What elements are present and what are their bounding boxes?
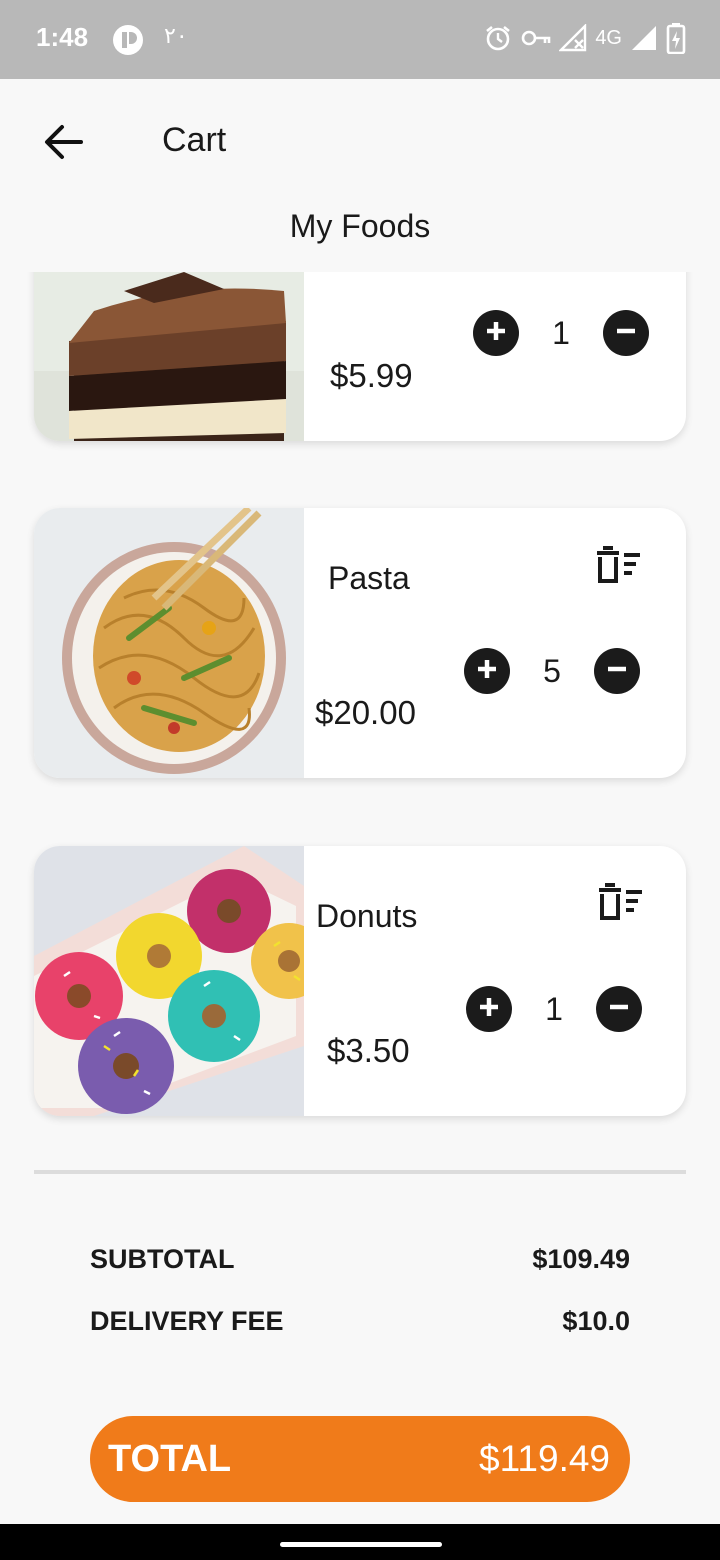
cart-item-card: Pasta 5 $20.00 xyxy=(34,508,686,778)
item-name: Pasta xyxy=(328,560,410,596)
quantity-stepper: 1 xyxy=(466,986,642,1032)
delivery-fee-row: DELIVERY FEE $10.0 xyxy=(90,1306,630,1337)
delete-sweep-icon xyxy=(596,883,644,926)
network-type: 4G xyxy=(595,26,622,49)
status-bar: 1:48 ٢٠ 4G xyxy=(0,0,720,79)
item-price: $3.50 xyxy=(327,1032,410,1069)
page-title: Cart xyxy=(162,121,227,159)
subtotal-row: SUBTOTAL $109.49 xyxy=(90,1244,630,1275)
item-price: $20.00 xyxy=(315,694,416,731)
back-button[interactable] xyxy=(36,121,90,167)
alarm-icon xyxy=(483,23,513,53)
delivery-fee-label: DELIVERY FEE xyxy=(90,1306,284,1336)
minus-icon xyxy=(614,319,638,347)
quantity-value: 1 xyxy=(545,990,563,1027)
pasta-noodles-image xyxy=(34,508,304,778)
chocolate-cake-image xyxy=(34,272,304,441)
delivery-fee-value: $10.0 xyxy=(562,1306,630,1336)
quantity-value: 5 xyxy=(543,652,561,689)
minus-icon xyxy=(605,657,629,685)
cart-item-card: 1 $5.99 xyxy=(34,272,686,441)
minus-icon xyxy=(607,995,631,1023)
home-gesture-handle[interactable] xyxy=(280,1542,442,1547)
plus-icon xyxy=(484,319,508,347)
delete-item-button[interactable] xyxy=(594,545,642,587)
subtotal-label: SUBTOTAL xyxy=(90,1244,235,1274)
delete-item-button[interactable] xyxy=(596,882,644,924)
item-price: $5.99 xyxy=(330,357,413,394)
plus-icon xyxy=(477,995,501,1023)
subtotal-value: $109.49 xyxy=(532,1244,630,1274)
quantity-stepper: 1 xyxy=(473,310,649,356)
app-icon xyxy=(112,24,144,56)
divider xyxy=(34,1170,686,1174)
decrease-quantity-button[interactable] xyxy=(603,310,649,356)
increase-quantity-button[interactable] xyxy=(473,310,519,356)
arrow-left-icon xyxy=(43,124,83,164)
cart-list[interactable]: 1 $5.99 Pasta 5 $20.00 Donuts 1 $3.50 xyxy=(0,272,720,1152)
cart-item-card: Donuts 1 $3.50 xyxy=(34,846,686,1116)
decrease-quantity-button[interactable] xyxy=(594,648,640,694)
increase-quantity-button[interactable] xyxy=(466,986,512,1032)
battery-charging-icon xyxy=(666,22,686,54)
total-label: TOTAL xyxy=(108,1437,232,1480)
increase-quantity-button[interactable] xyxy=(464,648,510,694)
plus-icon xyxy=(475,657,499,685)
section-title: My Foods xyxy=(289,208,431,244)
app-bar: Cart xyxy=(0,79,720,207)
donuts-box-image xyxy=(34,846,327,1116)
quantity-stepper: 5 xyxy=(464,648,640,694)
item-name: Donuts xyxy=(316,898,418,934)
signal-icon xyxy=(630,24,658,52)
signal-off-icon xyxy=(559,24,587,52)
decrease-quantity-button[interactable] xyxy=(596,986,642,1032)
delete-sweep-icon xyxy=(594,546,642,589)
status-icons: 4G xyxy=(483,22,686,54)
total-value: $119.49 xyxy=(479,1438,610,1479)
status-time: 1:48 xyxy=(36,22,89,52)
quantity-value: 1 xyxy=(552,314,570,351)
vpn-key-icon xyxy=(521,27,551,49)
total-button[interactable]: TOTAL $119.49 xyxy=(90,1416,630,1502)
system-navigation-bar xyxy=(0,1524,720,1560)
status-notification-text: ٢٠ xyxy=(164,24,188,49)
